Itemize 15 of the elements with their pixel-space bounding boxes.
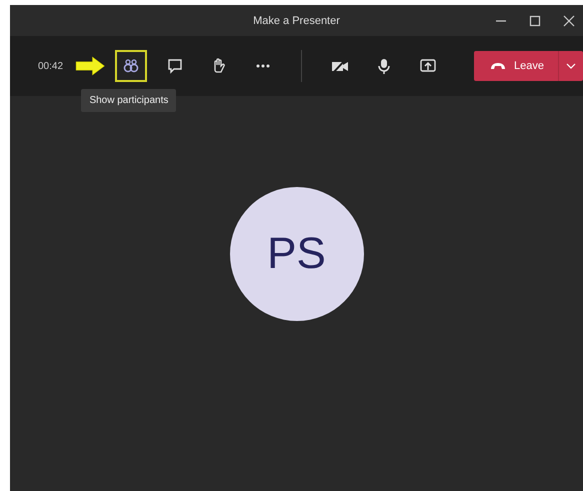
more-icon — [256, 64, 270, 68]
microphone-icon — [377, 58, 392, 74]
window-title: Make a Presenter — [253, 14, 340, 26]
share-screen-icon — [420, 58, 436, 74]
maximize-icon[interactable] — [529, 15, 541, 27]
people-icon — [123, 58, 140, 74]
close-icon[interactable] — [563, 15, 575, 27]
call-timer: 00:42 — [38, 60, 64, 72]
chevron-down-icon — [566, 63, 576, 69]
leave-button[interactable]: Leave — [474, 51, 559, 81]
chat-icon — [167, 58, 184, 74]
phone-icon — [490, 62, 506, 70]
avatar: PS — [230, 186, 364, 320]
tooltip: Show participants — [81, 89, 176, 112]
participants-button[interactable] — [115, 50, 148, 82]
